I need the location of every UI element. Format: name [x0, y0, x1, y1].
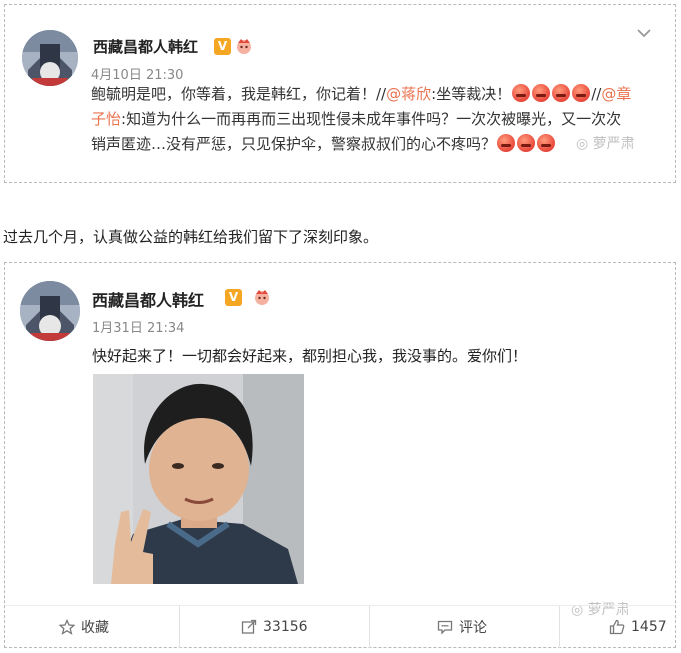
- angry-emoji-icon: [512, 84, 531, 102]
- article-paragraph: 过去几个月，认真做公益的韩红给我们留下了深刻印象。: [3, 228, 379, 246]
- chevron-down-icon[interactable]: [636, 27, 652, 39]
- weibo-post-2: 西藏昌都人韩红 V 1月31日 21:34 快好起来了！一切都会好起来，都别担心…: [4, 262, 676, 648]
- angry-emoji-icon: [532, 84, 551, 102]
- post-body-line-3: 销声匿迹…没有严惩，只见保护伞，警察叔叔们的心不疼吗？: [91, 132, 651, 157]
- post-photo[interactable]: [93, 374, 304, 584]
- action-separator: [179, 606, 180, 648]
- star-icon: [59, 619, 75, 635]
- mention-link[interactable]: @章: [601, 85, 631, 103]
- post-body: 快好起来了！一切都会好起来，都别担心我，我没事的。爱你们！: [92, 347, 528, 365]
- mention-link[interactable]: 子怡: [91, 110, 121, 128]
- username[interactable]: 西藏昌都人韩红: [92, 287, 204, 311]
- favorite-label: 收藏: [81, 620, 109, 636]
- repost-icon: [241, 619, 257, 634]
- mention-link[interactable]: @蒋欣: [386, 85, 431, 103]
- user-avatar[interactable]: [22, 30, 78, 86]
- weibo-post-1: 西藏昌都人韩红 V 4月10日 21:30 鲍毓明是吧，你等着，我是韩红，你记着…: [4, 4, 676, 183]
- repost-button[interactable]: 33156: [241, 606, 308, 648]
- verified-badge-icon: V: [225, 289, 242, 306]
- angry-emoji-icon: [497, 134, 516, 152]
- thumbs-up-icon: [609, 619, 625, 635]
- comment-label: 评论: [459, 620, 487, 636]
- post-timestamp[interactable]: 1月31日 21:34: [92, 317, 184, 336]
- post-body: 鲍毓明是吧，你等着，我是韩红，你记着！//@蒋欣:坐等裁决！//@章 子怡:知道…: [91, 82, 651, 157]
- angry-emoji-icon: [552, 84, 571, 102]
- angry-emoji-icon: [572, 84, 591, 102]
- vip-crown-icon: [255, 290, 269, 305]
- user-avatar[interactable]: [20, 281, 80, 341]
- vip-crown-icon: [237, 39, 251, 54]
- like-count: 1457: [631, 619, 667, 635]
- post-body-line-1: 鲍毓明是吧，你等着，我是韩红，你记着！//@蒋欣:坐等裁决！//@章: [91, 84, 632, 103]
- favorite-button[interactable]: 收藏: [59, 606, 109, 648]
- action-separator: [369, 606, 370, 648]
- comment-button[interactable]: 评论: [437, 606, 487, 648]
- repost-count: 33156: [263, 619, 308, 635]
- action-bar: 收藏 33156 评论 1457: [5, 606, 675, 648]
- action-separator: [559, 606, 560, 648]
- post-body-line-2: 子怡:知道为什么一而再再而三出现性侵未成年事件吗？一次次被曝光，又一次次: [91, 110, 622, 128]
- angry-emoji-icon: [517, 134, 536, 152]
- username[interactable]: 西藏昌都人韩红: [93, 36, 198, 57]
- verified-badge-icon: V: [214, 38, 231, 55]
- watermark: ◎ 萝严肃: [576, 136, 635, 152]
- comment-icon: [437, 620, 453, 635]
- angry-emoji-icon: [537, 134, 556, 152]
- post-timestamp[interactable]: 4月10日 21:30: [91, 64, 183, 83]
- like-button[interactable]: 1457: [609, 606, 667, 648]
